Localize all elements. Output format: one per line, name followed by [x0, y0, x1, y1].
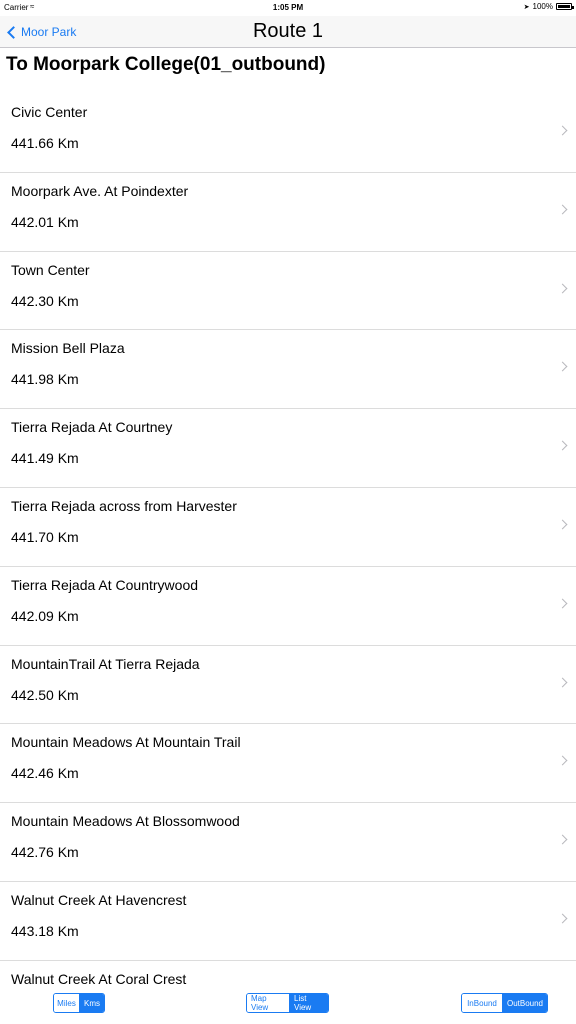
bottom-toolbar: Miles Kms Map View List View InBound Out… [0, 985, 576, 1024]
stop-row[interactable]: Tierra Rejada across from Harvester 441.… [0, 488, 576, 567]
stop-name: Tierra Rejada across from Harvester [11, 497, 237, 514]
outbound-segment[interactable]: OutBound [501, 994, 547, 1012]
stop-row[interactable]: Tierra Rejada At Countrywood 442.09 Km [0, 567, 576, 646]
location-arrow-icon: ➤ [523, 3, 530, 11]
stop-name: Town Center [11, 261, 90, 278]
chevron-right-icon [557, 283, 568, 294]
stop-row[interactable]: Mountain Meadows At Mountain Trail 442.4… [0, 724, 576, 804]
stop-distance: 443.18 Km [11, 922, 79, 939]
battery-icon [556, 3, 574, 10]
navigation-bar: Moor Park Route 1 [0, 16, 576, 48]
stop-distance: 442.46 Km [11, 765, 79, 782]
stop-name: Moorpark Ave. At Poindexter [11, 182, 189, 199]
stop-list[interactable]: Civic Center 441.66 Km Moorpark Ave. At … [0, 94, 576, 985]
stop-distance: 442.30 Km [11, 292, 79, 309]
stop-name: Mountain Meadows At Mountain Trail [11, 734, 241, 751]
inbound-segment[interactable]: InBound [462, 994, 502, 1012]
status-bar: Carrier ≈ 1:05 PM ➤ 100% [0, 0, 576, 16]
stop-distance: 442.76 Km [11, 844, 79, 861]
stop-distance: 441.66 Km [11, 135, 79, 151]
view-segmented-control[interactable]: Map View List View [246, 993, 329, 1013]
miles-segment[interactable]: Miles [54, 994, 79, 1012]
chevron-right-icon [557, 834, 568, 845]
status-time: 1:05 PM [272, 3, 304, 12]
stop-row[interactable]: Moorpark Ave. At Poindexter 442.01 Km [0, 173, 576, 252]
stop-row[interactable]: MountainTrail At Tierra Rejada 442.50 Km [0, 646, 576, 725]
list-view-segment[interactable]: List View [289, 994, 328, 1012]
stop-row[interactable]: Walnut Creek At Coral Crest [0, 961, 576, 985]
stop-distance: 442.01 Km [11, 213, 79, 230]
stop-row[interactable]: Civic Center 441.66 Km [0, 94, 576, 173]
stop-row[interactable]: Mission Bell Plaza 441.98 Km [0, 330, 576, 410]
stop-row[interactable]: Walnut Creek At Havencrest 443.18 Km [0, 882, 576, 961]
stop-distance: 441.49 Km [11, 450, 79, 467]
route-direction-title: To Moorpark College(01_outbound) [6, 54, 326, 75]
stop-name: Civic Center [11, 104, 88, 120]
stop-name: Walnut Creek At Coral Crest [11, 970, 187, 985]
stop-name: MountainTrail At Tierra Rejada [11, 655, 200, 672]
chevron-right-icon [557, 125, 568, 136]
units-segmented-control[interactable]: Miles Kms [53, 993, 105, 1013]
chevron-right-icon [557, 440, 568, 451]
chevron-right-icon [557, 755, 568, 766]
stop-name: Tierra Rejada At Courtney [11, 419, 173, 436]
stop-row[interactable]: Tierra Rejada At Courtney 441.49 Km [0, 409, 576, 488]
chevron-right-icon [557, 913, 568, 924]
stop-name: Mountain Meadows At Blossomwood [11, 813, 240, 830]
stop-name: Tierra Rejada At Countrywood [11, 576, 199, 593]
direction-segmented-control[interactable]: InBound OutBound [461, 993, 548, 1013]
kms-segment[interactable]: Kms [79, 994, 104, 1012]
stop-name: Mission Bell Plaza [11, 340, 125, 357]
status-right: ➤ 100% [523, 2, 574, 11]
stop-name: Walnut Creek At Havencrest [11, 891, 187, 908]
stop-distance: 442.09 Km [11, 607, 79, 624]
chevron-right-icon [557, 598, 568, 609]
chevron-right-icon [557, 361, 568, 372]
stop-distance: 441.98 Km [11, 371, 79, 388]
page-title: Route 1 [252, 20, 324, 42]
stop-distance: 442.50 Km [11, 686, 79, 703]
chevron-right-icon [557, 204, 568, 215]
stop-row[interactable]: Mountain Meadows At Blossomwood 442.76 K… [0, 803, 576, 882]
stop-row[interactable]: Town Center 442.30 Km [0, 252, 576, 331]
chevron-right-icon [557, 677, 568, 688]
map-view-segment[interactable]: Map View [247, 994, 289, 1012]
chevron-right-icon [557, 519, 568, 530]
battery-percent: 100% [532, 2, 553, 11]
stop-distance: 441.70 Km [11, 528, 79, 545]
